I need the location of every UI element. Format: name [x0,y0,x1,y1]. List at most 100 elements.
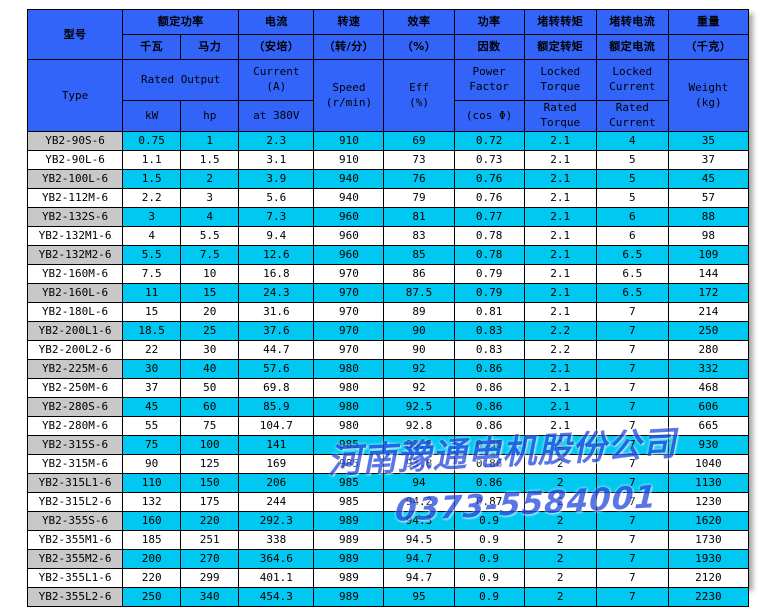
cell-value: 86 [383,264,455,284]
table-row: YB2-355M2-6 200 270 364.6 989 94.7 0.9 2 7 1930 [26,549,750,569]
table-row: YB2-250M-6 37 50 69.8 980 92 0.86 2.1 7 468 [26,378,750,398]
cell-value: 6 [595,207,669,227]
header-eff-en-l2: (%) [409,95,429,109]
cell-value: 3.1 [238,150,315,170]
table-row: YB2-200L1-6 18.5 25 37.6 970 90 0.83 2.2 7 250 [26,321,750,341]
header-eff-cn: 效率 [383,9,455,35]
cell-model: YB2-315M-6 [26,454,124,474]
table-row: YB2-315L2-6 132 175 244 985 94.2 0.87 2 7 1230 [26,492,750,512]
header-rated-current-en-l1: Rated [615,101,649,115]
cell-value: 92 [383,359,455,379]
cell-model: YB2-160M-6 [26,264,124,284]
cell-model: YB2-250M-6 [26,378,124,398]
cell-value: 2 [523,511,597,531]
cell-value: 44.7 [238,340,315,360]
header-locked-torque-en-l1: Locked [540,65,581,79]
header-row-cn-1: 型号 额定功率 电流 转速 效率 功率 堵转转矩 堵转电流 重量 [26,9,750,60]
header-speed-cn: 转速 [313,9,385,35]
cell-value: 7 [595,587,669,607]
cell-value: 172 [667,283,750,303]
cell-value: 109 [667,245,750,265]
cell-value: 7 [595,454,669,474]
cell-value: 910 [313,131,385,151]
table-row: YB2-355L2-6 250 340 454.3 989 95 0.9 2 7 2230 [26,587,750,607]
cell-value: 169 [238,454,315,474]
cell-value: 5 [595,188,669,208]
cell-model: YB2-112M-6 [26,188,124,208]
cell-model: YB2-132S-6 [26,207,124,227]
cell-value: 3 [122,207,182,227]
cell-value: 25 [180,321,240,341]
cell-value: 980 [313,397,385,417]
cell-value: 141 [238,435,315,455]
cell-value: 81 [383,207,455,227]
cell-value: 79 [383,188,455,208]
cell-value: 69.8 [238,378,315,398]
cell-value: 16.8 [238,264,315,284]
cell-value: 92 [383,378,455,398]
table-row: YB2-280S-6 45 60 85.9 980 92.5 0.86 2.1 7 606 [26,397,750,417]
table-row: YB2-90L-6 1.1 1.5 3.1 910 73 0.73 2.1 5 37 [26,150,750,170]
table-row: YB2-132S-6 3 4 7.3 960 81 0.77 2.1 6 88 [26,207,750,227]
cell-value: 1230 [667,492,750,512]
header-rated-current-en-l2: Current [609,116,656,129]
table-header-group: 型号 额定功率 电流 转速 效率 功率 堵转转矩 堵转电流 重量 千瓦 马力 （… [26,9,750,132]
cell-value: 970 [313,321,385,341]
cell-value: 2 [523,454,597,474]
cell-value: 92.8 [383,416,455,436]
cell-value: 104.7 [238,416,315,436]
table-row: YB2-132M1-6 4 5.5 9.4 960 83 0.78 2.1 6 98 [26,226,750,246]
cell-model: YB2-225M-6 [26,359,124,379]
cell-value: 2 [523,435,597,455]
cell-value: 0.86 [453,359,525,379]
cell-value: 88 [667,207,750,227]
cell-value: 340 [180,587,240,607]
cell-value: 0.73 [453,150,525,170]
cell-value: 2.1 [523,302,597,322]
cell-model: YB2-180L-6 [26,302,124,322]
cell-value: 0.79 [453,283,525,303]
cell-value: 980 [313,359,385,379]
cell-value: 0.86 [453,378,525,398]
cell-value: 0.83 [453,321,525,341]
cell-value: 1730 [667,530,750,550]
cell-value: 0.83 [453,340,525,360]
cell-value: 94.3 [383,511,455,531]
table-row: YB2-112M-6 2.2 3 5.6 940 79 0.76 2.1 5 57 [26,188,750,208]
header-kw-en: kW [122,100,182,132]
cell-value: 94 [383,473,455,493]
cell-value: 1.5 [180,150,240,170]
cell-value: 7 [595,359,669,379]
cell-value: 930 [667,435,750,455]
cell-value: 970 [313,283,385,303]
cell-value: 37 [122,378,182,398]
cell-value: 989 [313,587,385,607]
cell-value: 2.1 [523,245,597,265]
cell-model: YB2-200L1-6 [26,321,124,341]
cell-value: 98 [667,226,750,246]
cell-value: 0.86 [453,454,525,474]
header-row-en-1: Type Rated Output Current (A) Speed (r/m… [26,59,750,132]
cell-value: 94.5 [383,530,455,550]
cell-value: 220 [122,568,182,588]
cell-value: 2.2 [122,188,182,208]
header-speed-en: Speed (r/min) [313,59,385,132]
header-rated-current-cn: 额定电流 [595,34,669,60]
cell-value: 50 [180,378,240,398]
table-row: YB2-100L-6 1.5 2 3.9 940 76 0.76 2.1 5 45 [26,169,750,189]
cell-value: 22 [122,340,182,360]
cell-value: 1.1 [122,150,182,170]
cell-value: 2 [180,169,240,189]
cell-value: 7.5 [180,245,240,265]
cell-value: 985 [313,435,385,455]
cell-value: 7 [595,492,669,512]
cell-value: 2.1 [523,226,597,246]
table-row: YB2-315L1-6 110 150 206 985 94 0.86 2 7 1130 [26,473,750,493]
cell-value: 2 [523,549,597,569]
cell-value: 985 [313,454,385,474]
header-type-en: Type [26,59,124,132]
cell-value: 5 [595,169,669,189]
cell-value: 87.5 [383,283,455,303]
cell-value: 1930 [667,549,750,569]
cell-value: 93.5 [383,435,455,455]
